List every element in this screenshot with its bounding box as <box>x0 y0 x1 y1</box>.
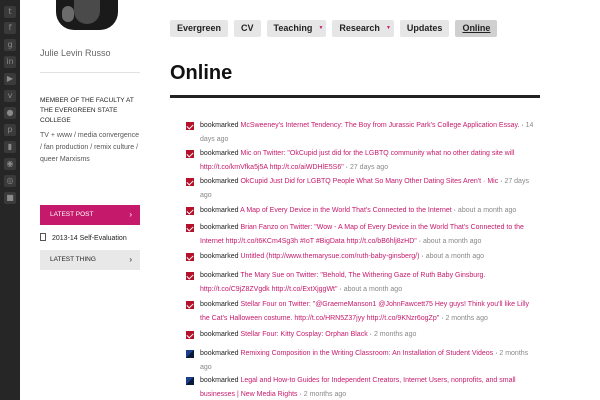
bookmark-favicon-icon <box>186 350 194 358</box>
entry-action: bookmarked <box>200 150 239 157</box>
flickr-icon[interactable]: ● <box>4 107 16 119</box>
avatar[interactable] <box>56 0 118 30</box>
list-item: bookmarked OkCupid Just Did for LGBTQ Pe… <box>186 175 538 203</box>
nav-teaching-label: Teaching <box>273 23 313 33</box>
bookmark-favicon-icon <box>186 331 194 339</box>
main-nav: Evergreen CV Teaching ▼ Research ▼ Updates… <box>170 20 498 37</box>
bookmark-favicon-icon <box>186 224 194 232</box>
list-item: bookmarked Legal and How-to Guides for I… <box>186 374 538 400</box>
latest-thing-header[interactable]: LATEST THING › <box>40 250 140 270</box>
rss-icon[interactable]: ◉ <box>4 158 16 170</box>
entry-action: bookmarked <box>200 377 239 384</box>
bookmark-favicon-icon <box>186 122 194 130</box>
nav-evergreen[interactable]: Evergreen <box>170 20 229 37</box>
site-author-name[interactable]: Julie Levin Russo <box>40 48 111 58</box>
sidebar-divider <box>40 72 140 73</box>
document-icon <box>40 233 46 241</box>
bookmark-favicon-icon <box>186 253 194 261</box>
page-title: Online <box>170 62 233 84</box>
entry-action: bookmarked <box>200 350 239 357</box>
caret-down-icon: ▼ <box>318 25 324 31</box>
entry-link[interactable]: The Mary Sue on Twitter: "Behold, The Wi… <box>200 272 485 293</box>
list-item: bookmarked Stellar Four: Kitty Cosplay: … <box>186 328 538 342</box>
entry-link[interactable]: Remixing Composition in the Writing Clas… <box>240 350 493 357</box>
nav-teaching[interactable]: Teaching ▼ <box>266 20 327 37</box>
bookmark-favicon-icon <box>186 301 194 309</box>
bookmark-favicon-icon <box>186 207 194 215</box>
pinterest-icon[interactable]: p <box>4 124 16 136</box>
entry-link[interactable]: A Map of Every Device in the World That'… <box>240 207 452 214</box>
nav-updates[interactable]: Updates <box>399 20 450 37</box>
entry-link[interactable]: Legal and How-to Guides for Independent … <box>200 377 516 398</box>
list-item: bookmarked Untitled (http://www.themarys… <box>186 250 538 264</box>
bookmark-favicon-icon <box>186 178 194 186</box>
bookmark-favicon-icon <box>186 272 194 280</box>
google-plus-icon[interactable]: g <box>4 39 16 51</box>
entry-link[interactable]: Stellar Four: Kitty Cosplay: Orphan Blac… <box>240 331 367 338</box>
list-item: bookmarked Brian Fanzo on Twitter: "Wow … <box>186 221 538 249</box>
nav-research-label: Research <box>339 23 380 33</box>
entry-action: bookmarked <box>200 207 239 214</box>
entry-action: bookmarked <box>200 253 239 260</box>
entry-link[interactable]: OkCupid Just Did for LGBTQ People What S… <box>240 178 498 185</box>
vimeo-icon[interactable]: v <box>4 90 16 102</box>
twitter-icon[interactable]: t <box>4 6 16 18</box>
entry-link[interactable]: Untitled (http://www.themarysue.com/ruth… <box>240 253 419 260</box>
latest-post-label: LATEST POST <box>50 211 94 218</box>
chevron-right-icon: › <box>129 255 132 264</box>
latest-post-title: 2013-14 Self-Evaluation <box>52 235 127 242</box>
delicious-icon[interactable]: ■ <box>4 192 16 204</box>
list-item: bookmarked Stellar Four on Twitter: "@Gr… <box>186 298 538 326</box>
social-icon-bar: t f g in ▶ v ● p ▮ ◉ ◎ ■ <box>0 0 20 400</box>
entry-action: bookmarked <box>200 272 239 279</box>
entry-action: bookmarked <box>200 331 239 338</box>
entry-time: about a month ago <box>457 207 517 214</box>
bookmark-icon[interactable]: ▮ <box>4 141 16 153</box>
entry-time: 2 months ago <box>373 331 417 338</box>
bookmark-favicon-icon <box>186 377 194 385</box>
list-item: bookmarked The Mary Sue on Twitter: "Beh… <box>186 269 538 297</box>
nav-research[interactable]: Research ▼ <box>332 20 394 37</box>
facebook-icon[interactable]: f <box>4 22 16 34</box>
entry-time: about a month ago <box>423 238 482 245</box>
list-item: bookmarked A Map of Every Device in the … <box>186 204 538 218</box>
latest-post-link[interactable]: 2013-14 Self-Evaluation <box>40 233 127 244</box>
sidebar <box>20 0 150 400</box>
entry-time: about a month ago <box>425 253 485 260</box>
site-description: MEMBER OF THE FACULTY AT THE EVERGREEN S… <box>40 97 134 124</box>
caret-down-icon: ▼ <box>385 25 391 31</box>
latest-post-header[interactable]: LATEST POST › <box>40 205 140 225</box>
chevron-right-icon: › <box>129 210 132 219</box>
site-tagline: TV + www / media convergence / fan produ… <box>40 132 140 163</box>
youtube-icon[interactable]: ▶ <box>4 73 16 85</box>
entry-action: bookmarked <box>200 122 239 129</box>
entry-action: bookmarked <box>200 224 239 231</box>
entry-time: 27 days ago <box>349 164 389 171</box>
entry-time: 2 months ago <box>445 315 488 322</box>
list-item: bookmarked Mic on Twitter: "OkCupid just… <box>186 147 538 175</box>
title-divider <box>170 95 540 98</box>
list-item: bookmarked McSweeney's Internet Tendency… <box>186 119 538 147</box>
list-item: bookmarked Remixing Composition in the W… <box>186 347 538 375</box>
entry-link[interactable]: McSweeney's Internet Tendency: The Boy f… <box>240 122 519 129</box>
github-icon[interactable]: ◎ <box>4 175 16 187</box>
nav-cv[interactable]: CV <box>234 20 261 37</box>
entry-action: bookmarked <box>200 178 239 185</box>
bookmark-favicon-icon <box>186 150 194 158</box>
nav-online[interactable]: Online <box>455 20 498 37</box>
linkedin-icon[interactable]: in <box>4 56 16 68</box>
entry-time: 2 months ago <box>303 391 347 398</box>
latest-thing-label: LATEST THING <box>50 256 96 263</box>
entry-time: about a month ago <box>343 286 403 293</box>
entry-action: bookmarked <box>200 301 239 308</box>
